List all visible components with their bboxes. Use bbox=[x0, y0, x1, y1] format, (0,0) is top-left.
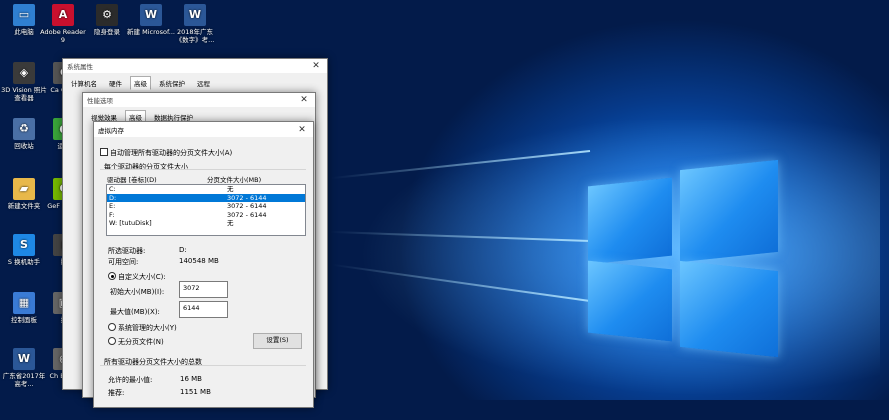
drive-row[interactable]: E: 3072 - 6144 bbox=[107, 202, 305, 211]
drive-column-header: 驱动器 [卷标](D) bbox=[107, 176, 157, 184]
window-title: 系统属性 bbox=[67, 63, 93, 71]
radio-selected[interactable] bbox=[108, 272, 116, 280]
desktop-icon-word-doc-2018[interactable]: W 2018年广东《数字》考... bbox=[171, 4, 219, 44]
desktop-icon-label: 2018年广东《数字》考... bbox=[175, 28, 215, 44]
word-doc-2018-icon: W bbox=[184, 4, 206, 26]
min-allowed-label: 允许的最小值: bbox=[108, 376, 153, 384]
system-properties-titlebar[interactable]: 系统属性 ✕ bbox=[63, 59, 327, 73]
checkbox-box[interactable] bbox=[100, 148, 108, 156]
no-paging-radio[interactable]: 无分页文件(N) bbox=[108, 337, 164, 347]
tab-advanced[interactable]: 高级 bbox=[130, 76, 151, 90]
assistant-icon: S bbox=[13, 234, 35, 256]
recommended-value: 1151 MB bbox=[180, 388, 211, 396]
close-icon[interactable]: ✕ bbox=[297, 95, 311, 105]
custom-size-label: 自定义大小(C): bbox=[118, 273, 166, 281]
close-icon[interactable]: ✕ bbox=[309, 61, 323, 71]
recommended-label: 推荐: bbox=[108, 389, 125, 397]
desktop-icon-label: 隐身登录 bbox=[94, 28, 120, 36]
drive-row[interactable]: F: 3072 - 6144 bbox=[107, 211, 305, 220]
logo-pane-br bbox=[680, 260, 778, 358]
desktop-icon-adobe-reader[interactable]: A Adobe Reader 9 bbox=[39, 4, 87, 44]
system-managed-label: 系统管理的大小(Y) bbox=[118, 324, 177, 332]
no-paging-label: 无分页文件(N) bbox=[118, 338, 164, 346]
tab-remote[interactable]: 远程 bbox=[193, 76, 214, 90]
tab-computer-name[interactable]: 计算机名 bbox=[67, 76, 101, 90]
hidden-logon-icon: ⚙ bbox=[96, 4, 118, 26]
dialog-title: 虚拟内存 bbox=[98, 126, 124, 135]
control-panel-icon: ▦ bbox=[13, 292, 35, 314]
tab-hardware[interactable]: 硬件 bbox=[105, 76, 126, 90]
initial-size-label: 初始大小(MB)(I): bbox=[110, 288, 165, 296]
desktop-icon-label: 新建 Microsof... bbox=[127, 28, 175, 36]
drive-list[interactable]: C: 无 D: 3072 - 6144 E: 3072 - 6144 F: 3072 -… bbox=[106, 184, 306, 236]
per-drive-group-label: 每个驱动器的分页文件大小 bbox=[104, 163, 188, 171]
new-folder-icon: ▰ bbox=[13, 178, 35, 200]
free-space-label: 可用空间: bbox=[108, 258, 139, 266]
selected-drive-label: 所选驱动器: bbox=[108, 247, 146, 255]
logo-pane-tl bbox=[588, 177, 672, 265]
3d-vision-icon: ◈ bbox=[13, 62, 35, 84]
set-button[interactable]: 设置(S) bbox=[253, 333, 302, 349]
auto-manage-checkbox[interactable]: 自动管理所有驱动器的分页文件大小(A) bbox=[100, 148, 232, 158]
desktop-icon-new-word-doc[interactable]: W 新建 Microsof... bbox=[127, 4, 175, 36]
performance-options-titlebar[interactable]: 性能选项 ✕ bbox=[83, 93, 315, 107]
size-column-header: 分页文件大小(MB) bbox=[207, 176, 262, 184]
drive-row[interactable]: C: 无 bbox=[107, 185, 305, 194]
free-space-value: 140548 MB bbox=[179, 257, 219, 265]
desktop-icon-hidden-logon[interactable]: ⚙ 隐身登录 bbox=[83, 4, 131, 36]
window-title: 性能选项 bbox=[87, 97, 113, 105]
group-divider bbox=[100, 365, 306, 366]
system-managed-radio[interactable]: 系统管理的大小(Y) bbox=[108, 323, 177, 333]
gd-doc-2017-icon: W bbox=[13, 348, 35, 370]
virtual-memory-titlebar[interactable]: 虚拟内存 ✕ bbox=[94, 122, 313, 137]
virtual-memory-dialog[interactable]: 虚拟内存 ✕ 自动管理所有驱动器的分页文件大小(A) 每个驱动器的分页文件大小 … bbox=[93, 121, 314, 408]
min-allowed-value: 16 MB bbox=[180, 375, 202, 383]
max-size-label: 最大值(MB)(X): bbox=[110, 308, 160, 316]
tab-system-protection[interactable]: 系统保护 bbox=[155, 76, 189, 90]
drive-row-selected[interactable]: D: 3072 - 6144 bbox=[107, 193, 305, 202]
close-icon[interactable]: ✕ bbox=[295, 125, 309, 135]
adobe-reader-icon: A bbox=[52, 4, 74, 26]
recycle-bin-icon: ♻ bbox=[13, 118, 35, 140]
initial-size-input[interactable]: 3072 bbox=[179, 281, 228, 298]
system-properties-tabs: 计算机名 硬件 高级 系统保护 远程 bbox=[63, 73, 327, 90]
auto-manage-label: 自动管理所有驱动器的分页文件大小(A) bbox=[110, 149, 233, 157]
radio-unselected[interactable] bbox=[108, 323, 116, 331]
max-size-input[interactable]: 6144 bbox=[179, 301, 228, 318]
logo-pane-tr bbox=[680, 159, 778, 263]
this-pc-icon: ▭ bbox=[13, 4, 35, 26]
group-divider bbox=[100, 169, 306, 170]
selected-drive-value: D: bbox=[179, 246, 187, 254]
desktop-icon-label: Adobe Reader 9 bbox=[40, 28, 86, 44]
new-word-doc-icon: W bbox=[140, 4, 162, 26]
drive-row[interactable]: W: [tutuDisk] 无 bbox=[107, 219, 305, 228]
custom-size-radio[interactable]: 自定义大小(C): bbox=[108, 272, 166, 282]
logo-pane-bl bbox=[588, 260, 672, 342]
radio-unselected[interactable] bbox=[108, 337, 116, 345]
